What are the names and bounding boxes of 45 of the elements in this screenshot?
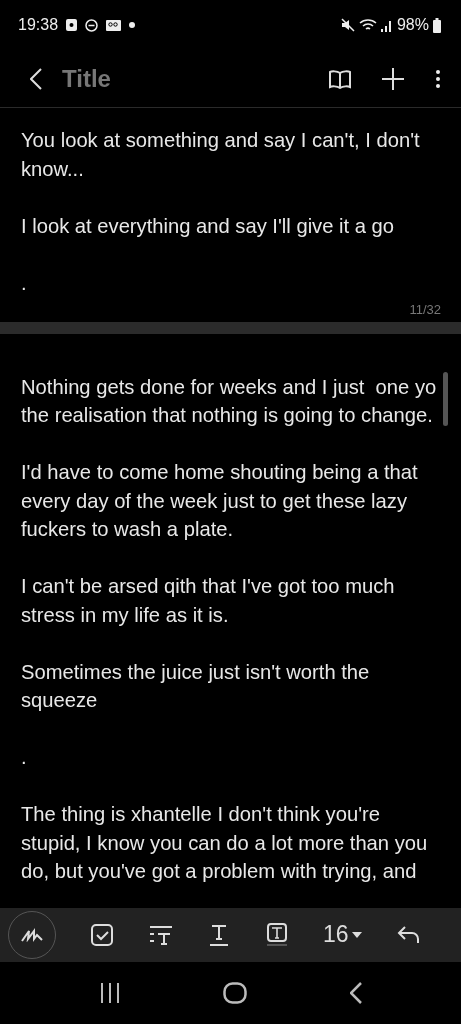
recent-apps-icon bbox=[99, 983, 120, 1004]
text-box-icon bbox=[265, 922, 288, 947]
note-paragraph: I can't be arsed qith that I've got too much stress in my life as it is. bbox=[21, 574, 396, 628]
back-button[interactable] bbox=[30, 66, 42, 91]
battery-level: 98% bbox=[396, 15, 429, 35]
note-paragraph: Nothing gets done for weeks and I just one yo the realisation that nothing is going to change. bbox=[21, 374, 438, 428]
text-highlight-button[interactable] bbox=[265, 922, 288, 947]
pen-icon bbox=[21, 927, 43, 942]
checkbox-icon bbox=[91, 924, 114, 947]
recent-apps-button[interactable] bbox=[99, 980, 120, 1005]
scrollbar bbox=[443, 371, 448, 426]
note-paragraph: Sometimes the juice just isn't worth the squeeze bbox=[21, 659, 371, 713]
book-icon bbox=[329, 69, 351, 90]
note-paragraph: . bbox=[21, 745, 28, 770]
note-paragraph: I look at everything and say I'll give it a go bbox=[21, 213, 396, 239]
more-icon bbox=[435, 69, 441, 90]
note-paragraph: The thing is xhantelle I don't think you're stupid, I know you can do a lot more than you do, but you've got a problem with trying, and bbox=[21, 802, 429, 884]
note-paragraph: . bbox=[21, 270, 28, 296]
do-not-disturb-icon bbox=[85, 18, 99, 32]
dot-icon bbox=[129, 22, 136, 28]
note-paragraph: I'd have to come home shouting being a that every day of the week just to get these lazy fuckers to wash a plate. bbox=[21, 460, 419, 542]
undo-icon bbox=[396, 926, 419, 945]
page-counter: 11/32 bbox=[408, 301, 442, 319]
font-size-button[interactable]: 16 bbox=[322, 917, 362, 952]
status-time: 19:38 bbox=[18, 15, 59, 35]
text-style-icon bbox=[148, 925, 173, 946]
add-button[interactable] bbox=[381, 66, 405, 91]
checkbox-button[interactable] bbox=[91, 922, 114, 947]
home-button[interactable] bbox=[222, 980, 247, 1005]
battery-icon bbox=[433, 17, 441, 33]
wifi-icon bbox=[358, 18, 377, 32]
caret-icon bbox=[351, 931, 362, 938]
text-underline-icon bbox=[208, 924, 231, 947]
home-icon bbox=[222, 982, 247, 1005]
note-title[interactable]: Title bbox=[62, 60, 111, 97]
voicemail-icon bbox=[106, 19, 122, 31]
text-color-button[interactable] bbox=[208, 922, 231, 947]
back-nav-button[interactable] bbox=[349, 980, 362, 1005]
plus-icon bbox=[381, 66, 405, 91]
back-icon bbox=[30, 68, 42, 91]
note-paragraph: You look at something and say I can't, I don't know... bbox=[21, 128, 421, 182]
back-nav-icon bbox=[349, 982, 362, 1005]
gallery-icon bbox=[66, 19, 78, 31]
signal-icon bbox=[380, 18, 393, 32]
mute-icon bbox=[340, 18, 355, 32]
